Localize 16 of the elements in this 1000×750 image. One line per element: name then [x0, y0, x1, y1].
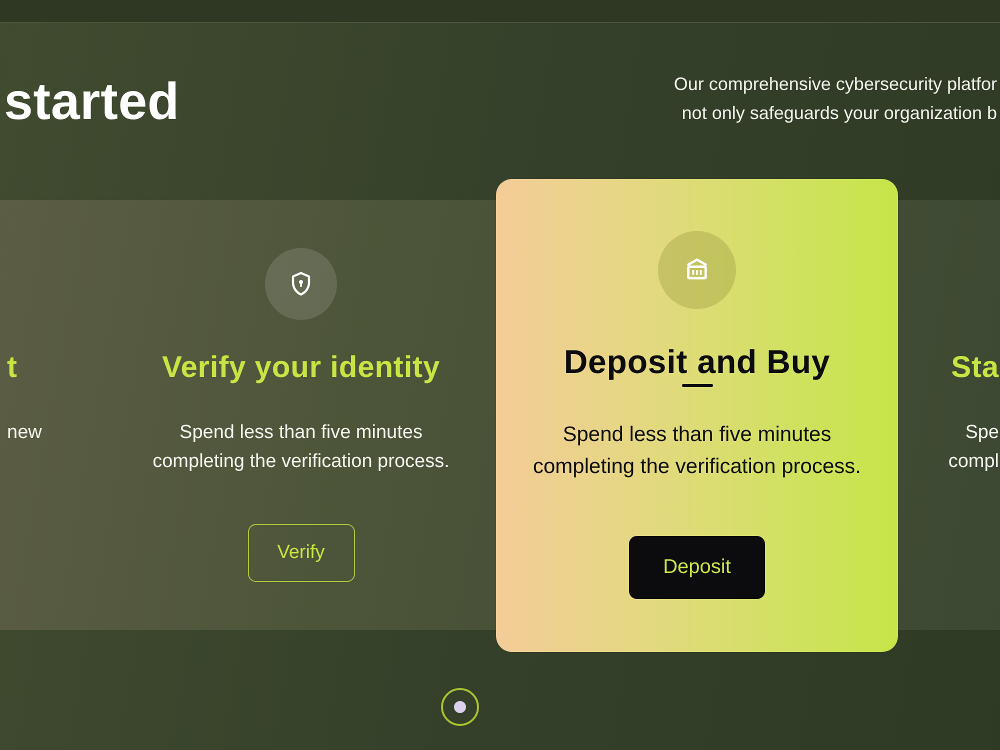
- step-title: Sta: [951, 352, 999, 383]
- title-accent-bar: [682, 384, 712, 387]
- step-description: Spe compl: [948, 421, 999, 474]
- step-title: Verify your identity: [162, 352, 440, 383]
- section-heading: started: [4, 74, 180, 130]
- step-title: t: [7, 352, 18, 383]
- step-description: Spend less than five minutes completing the verification process.: [152, 421, 450, 474]
- step-title: Deposit and Buy: [564, 343, 830, 381]
- pagination-dot[interactable]: [441, 688, 479, 726]
- intro-text: Our comprehensive cybersecurity platfor not only safeguards your organization b: [674, 73, 997, 125]
- step-description: Spend less than five minutes completing the verification process.: [533, 422, 861, 480]
- bank-icon: [658, 231, 736, 309]
- step-description: new: [7, 421, 42, 445]
- step-action-button[interactable]: Deposit: [629, 536, 765, 599]
- shield-icon: [265, 248, 337, 320]
- step-action-button[interactable]: Verify: [248, 524, 354, 582]
